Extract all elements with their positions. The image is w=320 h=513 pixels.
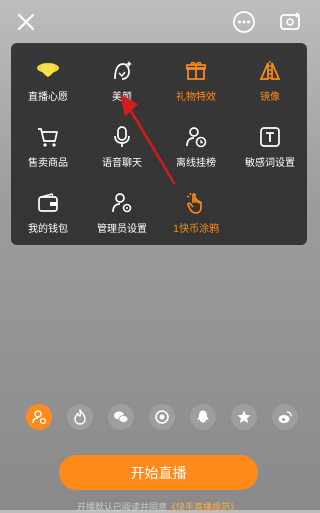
agreement-prefix: 开播默认已阅读并同意 <box>76 503 167 513</box>
admin-icon <box>108 189 136 216</box>
close-icon[interactable] <box>14 10 38 34</box>
qq-icon[interactable] <box>190 404 216 430</box>
top-bar <box>0 0 316 44</box>
moments-icon[interactable] <box>149 404 175 430</box>
panel-item-wallet[interactable]: 我的钱包 <box>11 175 85 235</box>
panel-item-admin-settings[interactable]: 管理员设置 <box>85 175 159 235</box>
panel-item-label: 语音聊天 <box>102 158 142 169</box>
panel-item-label: 美颜 <box>112 92 132 103</box>
panel-item-label: 离线挂榜 <box>176 158 216 169</box>
wechat-icon[interactable] <box>108 404 134 430</box>
camera-switch-icon[interactable] <box>278 10 302 34</box>
panel-item-doodle[interactable]: 1快币涂鸦 <box>159 175 233 235</box>
share-row <box>26 404 298 436</box>
live-settings-panel: 直播心愿 美颜 礼物特效 镜像 售卖商品 语音聊天 离线挂榜 敏感词设置 我的钱… <box>11 43 307 245</box>
beauty-icon <box>108 57 136 84</box>
panel-item-label: 镜像 <box>260 92 280 103</box>
weibo-icon[interactable] <box>272 404 298 430</box>
text-icon <box>256 123 284 150</box>
hand-pointer-icon <box>182 189 210 216</box>
cart-icon <box>34 123 62 150</box>
user-share-icon[interactable] <box>26 404 52 430</box>
panel-item-voice-chat[interactable]: 语音聊天 <box>85 109 159 169</box>
start-live-button[interactable]: 开始直播 <box>59 455 258 490</box>
live-rules-link[interactable]: 《快手直播规范》 <box>167 503 239 513</box>
panel-item-offline-rank[interactable]: 离线挂榜 <box>159 109 233 169</box>
microphone-icon <box>108 123 136 150</box>
panel-item-label: 1快币涂鸦 <box>172 224 220 235</box>
fire-icon[interactable] <box>67 404 93 430</box>
gift-icon <box>182 57 210 84</box>
user-clock-icon <box>182 123 210 150</box>
panel-item-label: 直播心愿 <box>28 92 68 103</box>
panel-item-label: 礼物特效 <box>176 92 216 103</box>
panel-item-label: 售卖商品 <box>28 158 68 169</box>
more-icon[interactable] <box>232 10 256 34</box>
panel-item-gift-effects[interactable]: 礼物特效 <box>159 43 233 103</box>
agreement-text: 开播默认已阅读并同意《快手直播规范》 <box>0 500 316 513</box>
mirror-icon <box>256 57 284 84</box>
panel-item-label: 敏感词设置 <box>245 158 295 169</box>
panel-item-beauty[interactable]: 美颜 <box>85 43 159 103</box>
heart-icon <box>34 57 62 84</box>
star-icon[interactable] <box>231 404 257 430</box>
wallet-icon <box>34 189 62 216</box>
panel-item-sensitive-words[interactable]: 敏感词设置 <box>233 109 307 169</box>
panel-item-wish[interactable]: 直播心愿 <box>11 43 85 103</box>
panel-item-sell-goods[interactable]: 售卖商品 <box>11 109 85 169</box>
panel-item-label: 管理员设置 <box>97 224 147 235</box>
panel-item-label: 我的钱包 <box>28 224 68 235</box>
panel-item-mirror[interactable]: 镜像 <box>233 43 307 103</box>
